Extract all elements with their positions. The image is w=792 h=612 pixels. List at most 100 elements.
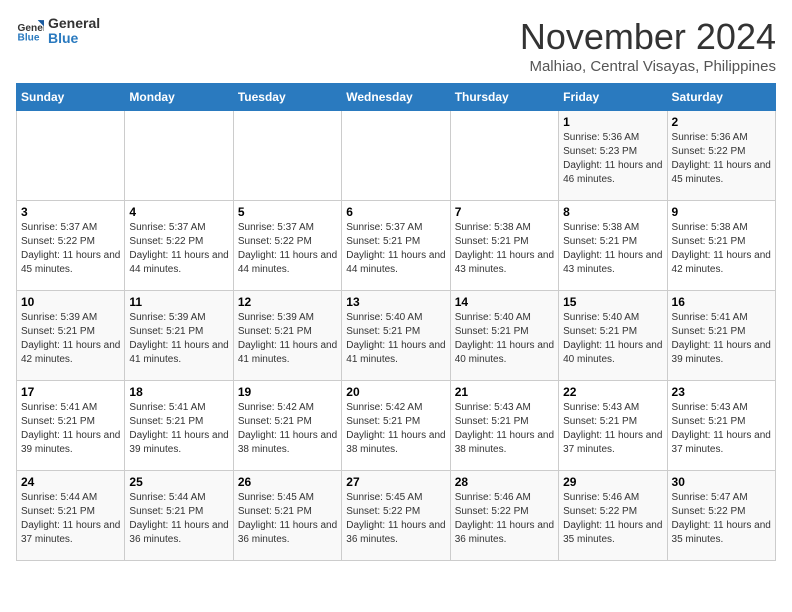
day-number: 21	[455, 385, 554, 399]
day-number: 3	[21, 205, 120, 219]
day-number: 22	[563, 385, 662, 399]
day-number: 5	[238, 205, 337, 219]
day-info: Sunrise: 5:44 AM Sunset: 5:21 PM Dayligh…	[129, 491, 228, 547]
day-number: 30	[672, 475, 771, 489]
day-info: Sunrise: 5:47 AM Sunset: 5:22 PM Dayligh…	[672, 491, 771, 547]
day-cell: 27Sunrise: 5:45 AM Sunset: 5:22 PM Dayli…	[342, 471, 450, 561]
logo: General Blue General Blue	[16, 16, 100, 47]
day-number: 19	[238, 385, 337, 399]
day-number: 13	[346, 295, 445, 309]
week-row-2: 3 Sunrise: 5:37 AM Sunset: 5:22 PM Daylig…	[17, 201, 776, 291]
day-cell: 14 Sunrise: 5:40 AM Sunset: 5:21 PM Dayli…	[450, 291, 558, 381]
day-cell: 24Sunrise: 5:44 AM Sunset: 5:21 PM Dayli…	[17, 471, 125, 561]
day-info: Sunrise: 5:46 AM Sunset: 5:22 PM Dayligh…	[563, 491, 662, 547]
day-number: 23	[672, 385, 771, 399]
day-info: Sunrise: 5:36 AM Sunset: 5:22 PM Dayligh…	[672, 131, 771, 187]
week-row-3: 10 Sunrise: 5:39 AM Sunset: 5:21 PM Dayli…	[17, 291, 776, 381]
day-cell: 13 Sunrise: 5:40 AM Sunset: 5:21 PM Dayli…	[342, 291, 450, 381]
day-info: Sunrise: 5:37 AM Sunset: 5:22 PM Dayligh…	[21, 221, 120, 277]
day-cell: 3 Sunrise: 5:37 AM Sunset: 5:22 PM Daylig…	[17, 201, 125, 291]
day-cell	[233, 111, 341, 201]
day-cell	[17, 111, 125, 201]
header-thursday: Thursday	[450, 84, 558, 111]
day-number: 7	[455, 205, 554, 219]
day-number: 10	[21, 295, 120, 309]
day-number: 28	[455, 475, 554, 489]
day-number: 27	[346, 475, 445, 489]
month-title: November 2024	[520, 16, 776, 58]
day-cell: 10 Sunrise: 5:39 AM Sunset: 5:21 PM Dayli…	[17, 291, 125, 381]
day-cell: 6 Sunrise: 5:37 AM Sunset: 5:21 PM Daylig…	[342, 201, 450, 291]
day-cell: 26 Sunrise: 5:45 AM Sunset: 5:21 PM Dayli…	[233, 471, 341, 561]
day-cell: 20 Sunrise: 5:42 AM Sunset: 5:21 PM Dayli…	[342, 381, 450, 471]
calendar-table: SundayMondayTuesdayWednesdayThursdayFrid…	[16, 83, 776, 561]
day-cell	[125, 111, 233, 201]
day-number: 17	[21, 385, 120, 399]
day-info: Sunrise: 5:42 AM Sunset: 5:21 PM Dayligh…	[346, 401, 445, 457]
day-number: 24	[21, 475, 120, 489]
page-header: General Blue General Blue November 2024 …	[16, 16, 776, 75]
day-info: Sunrise: 5:41 AM Sunset: 5:21 PM Dayligh…	[129, 401, 228, 457]
day-info: Sunrise: 5:45 AM Sunset: 5:21 PM Dayligh…	[238, 491, 337, 547]
day-cell: 28 Sunrise: 5:46 AM Sunset: 5:22 PM Dayli…	[450, 471, 558, 561]
day-info: Sunrise: 5:38 AM Sunset: 5:21 PM Dayligh…	[672, 221, 771, 277]
day-cell: 22 Sunrise: 5:43 AM Sunset: 5:21 PM Dayli…	[559, 381, 667, 471]
day-number: 18	[129, 385, 228, 399]
day-number: 4	[129, 205, 228, 219]
day-info: Sunrise: 5:39 AM Sunset: 5:21 PM Dayligh…	[129, 311, 228, 367]
week-row-1: 1 Sunrise: 5:36 AM Sunset: 5:23 PM Daylig…	[17, 111, 776, 201]
day-info: Sunrise: 5:37 AM Sunset: 5:21 PM Dayligh…	[346, 221, 445, 277]
header-sunday: Sunday	[17, 84, 125, 111]
day-cell: 7Sunrise: 5:38 AM Sunset: 5:21 PM Daylig…	[450, 201, 558, 291]
day-cell: 1 Sunrise: 5:36 AM Sunset: 5:23 PM Daylig…	[559, 111, 667, 201]
day-number: 6	[346, 205, 445, 219]
day-cell: 9 Sunrise: 5:38 AM Sunset: 5:21 PM Daylig…	[667, 201, 775, 291]
day-info: Sunrise: 5:43 AM Sunset: 5:21 PM Dayligh…	[563, 401, 662, 457]
day-cell: 19 Sunrise: 5:42 AM Sunset: 5:21 PM Dayli…	[233, 381, 341, 471]
day-cell: 18 Sunrise: 5:41 AM Sunset: 5:21 PM Dayli…	[125, 381, 233, 471]
day-info: Sunrise: 5:40 AM Sunset: 5:21 PM Dayligh…	[563, 311, 662, 367]
day-cell: 23 Sunrise: 5:43 AM Sunset: 5:21 PM Dayli…	[667, 381, 775, 471]
day-cell: 29 Sunrise: 5:46 AM Sunset: 5:22 PM Dayli…	[559, 471, 667, 561]
header-saturday: Saturday	[667, 84, 775, 111]
week-row-5: 24 Sunrise: 5:44 AM Sunset: 5:21 PM Dayli…	[17, 471, 776, 561]
day-cell: 4Sunrise: 5:37 AM Sunset: 5:22 PM Daylig…	[125, 201, 233, 291]
day-cell: 21Sunrise: 5:43 AM Sunset: 5:21 PM Dayli…	[450, 381, 558, 471]
header-monday: Monday	[125, 84, 233, 111]
day-number: 8	[563, 205, 662, 219]
day-number: 16	[672, 295, 771, 309]
day-cell: 15 Sunrise: 5:40 AM Sunset: 5:21 PM Dayli…	[559, 291, 667, 381]
day-number: 2	[672, 115, 771, 129]
day-info: Sunrise: 5:42 AM Sunset: 5:21 PM Dayligh…	[238, 401, 337, 457]
day-number: 26	[238, 475, 337, 489]
day-info: Sunrise: 5:43 AM Sunset: 5:21 PM Dayligh…	[672, 401, 771, 457]
day-number: 9	[672, 205, 771, 219]
header-wednesday: Wednesday	[342, 84, 450, 111]
logo-icon: General Blue	[16, 17, 44, 45]
day-cell: 30 Sunrise: 5:47 AM Sunset: 5:22 PM Dayli…	[667, 471, 775, 561]
subtitle: Malhiao, Central Visayas, Philippines	[520, 58, 776, 75]
day-number: 15	[563, 295, 662, 309]
day-info: Sunrise: 5:46 AM Sunset: 5:22 PM Dayligh…	[455, 491, 554, 547]
header-tuesday: Tuesday	[233, 84, 341, 111]
day-number: 29	[563, 475, 662, 489]
day-info: Sunrise: 5:37 AM Sunset: 5:22 PM Dayligh…	[238, 221, 337, 277]
day-cell: 16Sunrise: 5:41 AM Sunset: 5:21 PM Dayli…	[667, 291, 775, 381]
day-cell	[342, 111, 450, 201]
day-cell: 8 Sunrise: 5:38 AM Sunset: 5:21 PM Daylig…	[559, 201, 667, 291]
title-block: November 2024 Malhiao, Central Visayas, …	[520, 16, 776, 75]
day-number: 20	[346, 385, 445, 399]
day-info: Sunrise: 5:39 AM Sunset: 5:21 PM Dayligh…	[21, 311, 120, 367]
day-number: 11	[129, 295, 228, 309]
day-cell: 17 Sunrise: 5:41 AM Sunset: 5:21 PM Dayli…	[17, 381, 125, 471]
day-info: Sunrise: 5:40 AM Sunset: 5:21 PM Dayligh…	[455, 311, 554, 367]
day-info: Sunrise: 5:41 AM Sunset: 5:21 PM Dayligh…	[21, 401, 120, 457]
day-cell: 11 Sunrise: 5:39 AM Sunset: 5:21 PM Dayli…	[125, 291, 233, 381]
day-number: 12	[238, 295, 337, 309]
day-number: 1	[563, 115, 662, 129]
day-info: Sunrise: 5:36 AM Sunset: 5:23 PM Dayligh…	[563, 131, 662, 187]
day-number: 14	[455, 295, 554, 309]
day-info: Sunrise: 5:40 AM Sunset: 5:21 PM Dayligh…	[346, 311, 445, 367]
day-info: Sunrise: 5:39 AM Sunset: 5:21 PM Dayligh…	[238, 311, 337, 367]
day-info: Sunrise: 5:38 AM Sunset: 5:21 PM Dayligh…	[563, 221, 662, 277]
